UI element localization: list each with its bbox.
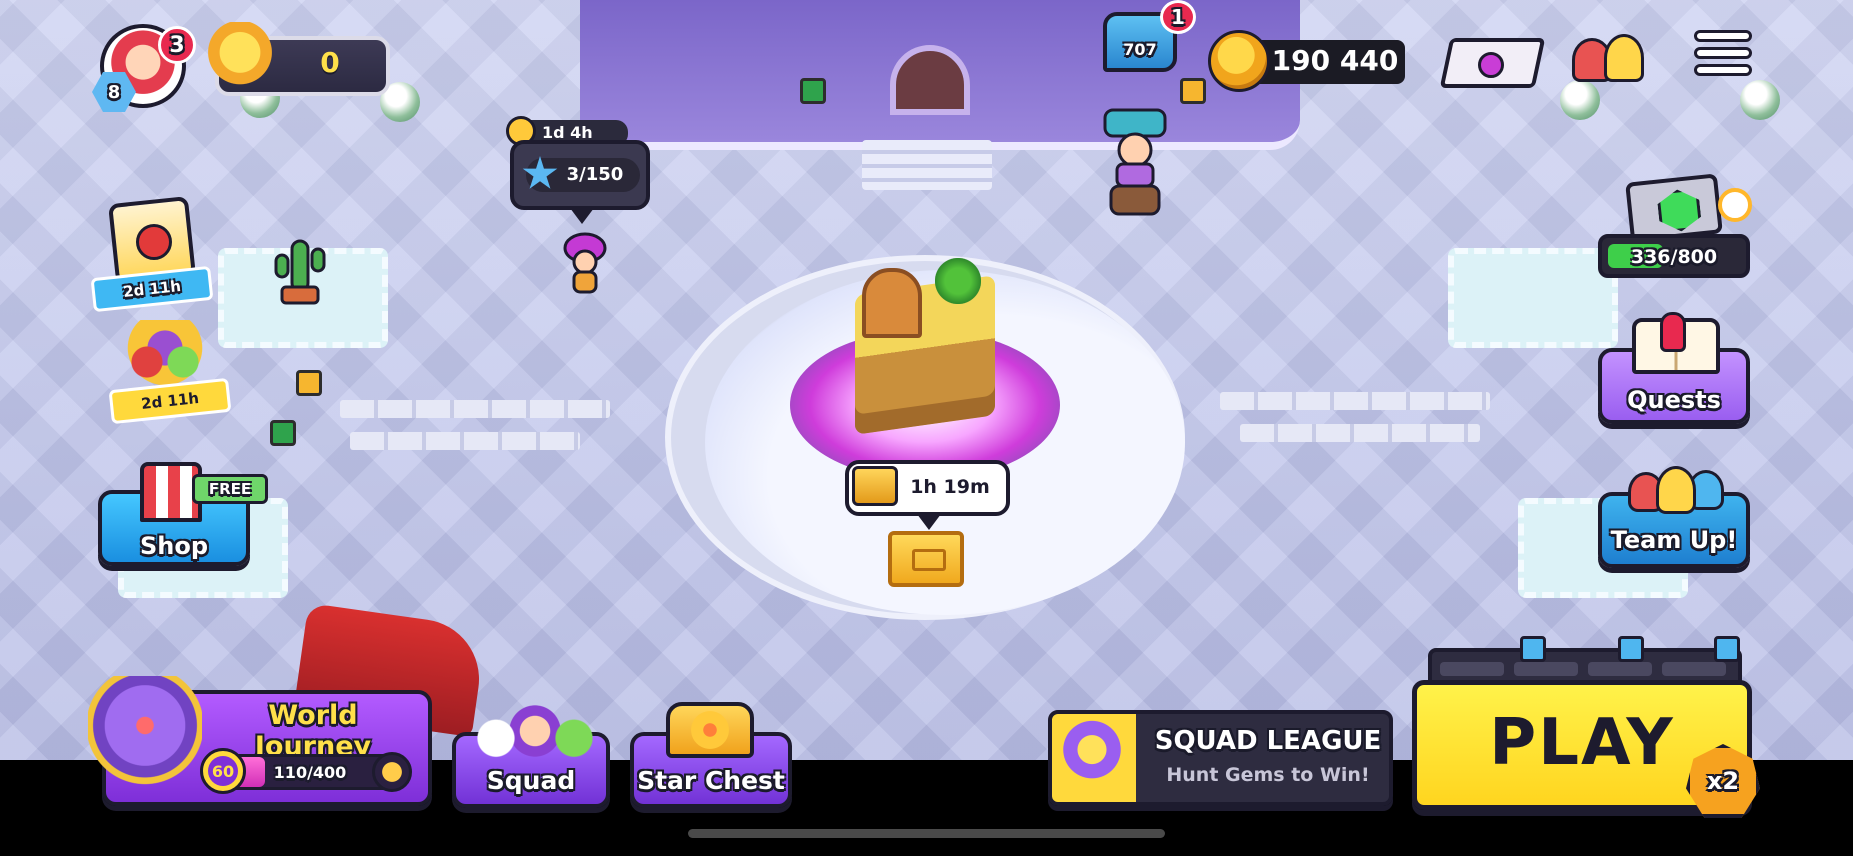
team-up-label: Team Up! xyxy=(1610,526,1738,554)
notification-badge: 3 xyxy=(158,26,196,64)
gift-box xyxy=(270,420,296,446)
gift-icon xyxy=(1618,636,1644,662)
gift-icon xyxy=(1714,636,1740,662)
squad-faces-icon xyxy=(470,695,600,767)
hammer-count: 707 xyxy=(1123,40,1157,59)
team-faces-icon xyxy=(1628,462,1728,518)
brawler-event-button[interactable]: 2d 11h xyxy=(108,320,235,430)
player-character[interactable] xyxy=(560,230,610,300)
gem-event-button[interactable]: 336/800 xyxy=(1598,173,1752,278)
snowy-bush xyxy=(1740,80,1780,120)
friends-button[interactable] xyxy=(1572,28,1652,92)
friend-icon xyxy=(1604,34,1644,82)
menu-button[interactable] xyxy=(1694,30,1752,86)
reward-chest-icon xyxy=(372,752,412,792)
hamburger-icon xyxy=(1694,30,1752,42)
helmet-icon xyxy=(88,676,202,786)
free-badge: FREE xyxy=(192,474,268,504)
island-hut xyxy=(862,268,922,338)
paving-stones xyxy=(1240,424,1480,442)
face-icon xyxy=(1656,466,1696,514)
home-indicator xyxy=(688,829,1165,838)
hamburger-line xyxy=(1694,47,1752,59)
paving-stones xyxy=(1220,392,1490,410)
chest-slot[interactable] xyxy=(888,531,964,587)
seal-event-button[interactable]: 2d 11h xyxy=(90,196,222,313)
shop-label: Shop xyxy=(139,532,209,560)
trophy-icon xyxy=(205,22,275,98)
hamburger-line xyxy=(1694,64,1752,76)
castle-door xyxy=(890,45,970,115)
journey-level-badge: 60 xyxy=(200,748,246,794)
palm-tree xyxy=(935,258,981,304)
gift-box xyxy=(1180,78,1206,104)
league-trophy-icon xyxy=(1060,720,1124,794)
star-chest-icon xyxy=(666,702,754,758)
brawlers-icon xyxy=(120,320,210,390)
journey-progress-text: 110/400 xyxy=(273,763,347,782)
build-pad xyxy=(1448,248,1618,348)
squad-league-subtitle: Hunt Gems to Win! xyxy=(1166,764,1370,786)
paving-stones xyxy=(350,432,580,450)
chest-icon xyxy=(852,466,898,506)
castle-stairs xyxy=(862,140,992,190)
paving-stones xyxy=(340,400,610,418)
trophy-count: 0 xyxy=(320,46,340,79)
gift-box xyxy=(296,370,322,396)
track-segment xyxy=(1588,662,1652,676)
squad-league-title: SQUAD LEAGUE xyxy=(1154,726,1382,756)
journey-level: 60 xyxy=(211,761,235,781)
chest-timer: 1h 19m xyxy=(910,476,990,498)
event-timer: 2d 11h xyxy=(90,265,214,313)
track-segment xyxy=(1514,662,1578,676)
cactus-decoration xyxy=(274,239,326,305)
track-segment xyxy=(1662,662,1726,676)
npc-character[interactable] xyxy=(1095,100,1175,220)
gem-progress-text: 336/800 xyxy=(1630,246,1718,268)
quests-label: Quests xyxy=(1627,386,1721,414)
squad-label: Squad xyxy=(486,766,576,795)
gift-box xyxy=(800,78,826,104)
stopwatch-icon xyxy=(1718,188,1752,222)
alert-icon xyxy=(1660,312,1686,352)
game-world[interactable] xyxy=(0,0,1853,760)
wax-seal-icon xyxy=(136,224,172,260)
hammer-notification-badge: 1 xyxy=(1160,0,1196,34)
star-chest-label: Star Chest xyxy=(637,766,785,795)
gift-icon xyxy=(1520,636,1546,662)
coin-icon xyxy=(1208,30,1270,92)
mail-icon xyxy=(1478,52,1504,78)
coin-amount: 190 440 xyxy=(1271,44,1399,77)
gem-progress-bar: 336/800 xyxy=(1598,234,1750,278)
task-progress: 3/150 xyxy=(566,164,624,185)
track-segment xyxy=(1440,662,1504,676)
gem-ticket-icon xyxy=(1625,173,1723,243)
